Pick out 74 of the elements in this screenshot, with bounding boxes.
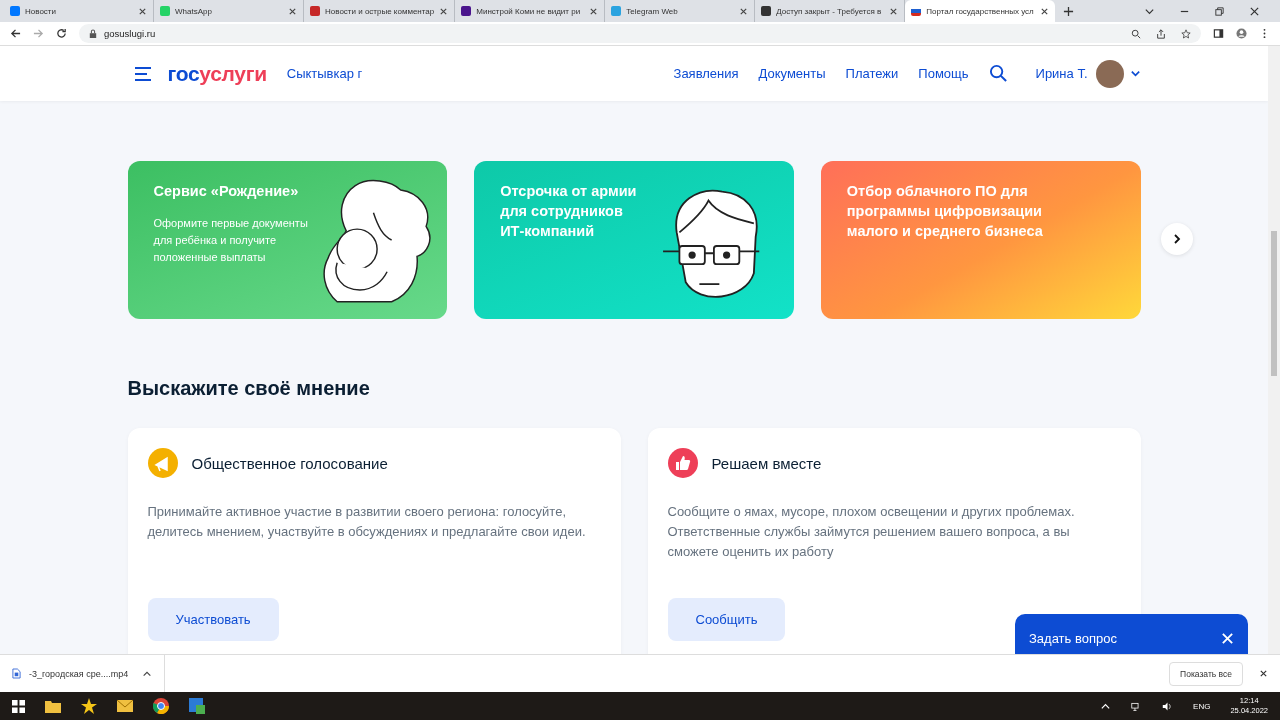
banner-title: Отсрочка от армии для сотрудников ИТ‑компаний [500,182,638,241]
site-icon [911,6,922,16]
folder-icon[interactable] [45,698,61,714]
tab-title: Минстрой Коми не видит ри [476,6,582,16]
site-icon [160,6,170,16]
search-icon[interactable] [988,64,1008,83]
thumbs-up-icon [667,448,698,478]
close-icon[interactable] [589,6,599,16]
site-icon [611,6,622,16]
site-logo[interactable]: госуслуги [167,61,267,86]
tab-title: Новости [25,6,57,16]
profile-icon[interactable] [1236,28,1247,39]
card-description: Принимайте активное участие в развитии своего региона: голосуйте, делитесь мнением, участвуйте в обсуждениях и предлагайте свои идеи. [147,503,587,541]
tab-title: Telegram Web [626,6,679,16]
file-name: -3_городская сре....mp4 [29,668,129,679]
card-title: Общественное голосование [191,454,388,472]
file-icon [12,668,21,679]
close-icon[interactable] [288,6,297,16]
site-icon [10,6,20,16]
star-icon[interactable] [81,698,97,714]
card-description: Сообщите о ямах, мусоре, плохом освещении и других проблемах. Ответственные службы займутся решением вашего вопроса, а вы сможете оценить их работу [667,503,1076,561]
city-link[interactable]: Сыктывкар г [286,66,363,81]
tab-title: Доступ закрыт - Требуется в [776,6,883,16]
close-icon[interactable] [889,6,899,16]
nav-link[interactable]: Платежи [845,66,899,81]
close-icon[interactable] [138,6,147,16]
nav-link[interactable]: Заявления [673,66,739,81]
star-icon[interactable] [1181,28,1191,39]
nav-link[interactable]: Документы [758,66,826,81]
scrollbar-thumb[interactable] [1271,231,1277,376]
windows-icon[interactable] [12,699,25,713]
lock-icon [89,28,97,39]
tab-title: WhatsApp [175,6,213,16]
menu-icon[interactable] [133,66,152,81]
tab-title: Портал государственных усл [926,6,1035,16]
sidebar-icon[interactable] [1213,28,1224,39]
browser-tab[interactable]: Портал государственных усл [905,0,1056,22]
site-icon [310,6,320,16]
chat-widget[interactable]: Задать вопрос [1015,614,1248,654]
show-all-button[interactable]: Показать все [1169,661,1243,686]
site-icon [461,6,472,16]
avatar[interactable] [1095,59,1124,88]
zoom-icon[interactable] [1131,28,1141,39]
action-button[interactable]: Сообщить [667,598,786,641]
close-icon[interactable] [1040,6,1050,16]
chat-label: Задать вопрос [1029,630,1118,646]
tab-title: Новости и острые комментар [325,6,435,16]
close-icon[interactable] [1249,5,1260,17]
app-icon[interactable] [189,698,205,714]
close-icon[interactable] [1259,669,1268,678]
site-icon [761,6,772,16]
new-tab-icon[interactable] [1063,5,1075,17]
reload-icon[interactable] [56,28,67,39]
close-icon[interactable] [739,6,749,16]
back-icon[interactable] [10,28,21,39]
chevron-down-icon[interactable] [1129,68,1141,79]
mail-icon[interactable] [117,698,133,714]
close-icon[interactable] [439,6,449,16]
restore-icon[interactable] [1214,5,1225,17]
language-indicator[interactable]: ENG [1193,701,1211,711]
user-name[interactable]: Ирина Т. [1035,66,1088,81]
banner-title: Отбор облачного ПО для программы цифровизации малого и среднего бизнеса [846,182,1044,241]
nav-link[interactable]: Помощь [918,66,969,81]
action-button[interactable]: Участвовать [147,598,279,641]
megaphone-icon [147,448,178,478]
share-icon[interactable] [1156,28,1166,39]
next-button[interactable] [1160,223,1193,255]
speaker-icon[interactable] [1162,700,1174,712]
address-field[interactable]: gosuslugi.ru [79,24,1201,43]
banner-text: Оформите первые документы для ребёнка и получите положенные выплаты [153,216,309,265]
card-title: Решаем вместе [711,454,822,472]
banner-title: Сервис «Рождение» [153,182,300,201]
section-heading: Выскажите своё мнение [127,377,371,400]
browser-icon[interactable] [153,698,169,714]
